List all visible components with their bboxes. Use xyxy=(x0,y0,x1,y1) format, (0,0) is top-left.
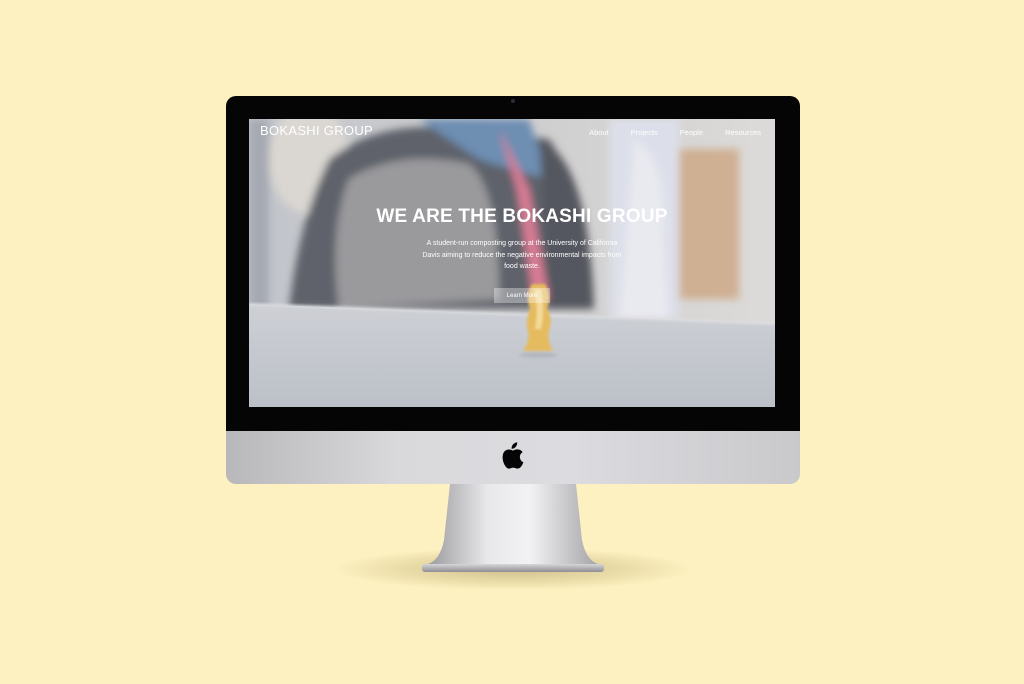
hero-subtitle: A student-run composting group at the Un… xyxy=(422,240,622,270)
imac-monitor: BOKASHI GROUP About Projects People Reso… xyxy=(226,96,800,484)
monitor-stand xyxy=(422,484,604,572)
screen-bezel: BOKASHI GROUP About Projects People Reso… xyxy=(226,96,800,432)
hero-title: WE ARE THE BOKASHI GROUP xyxy=(376,206,668,227)
nav-projects[interactable]: Projects xyxy=(631,128,658,137)
learn-more-button[interactable]: Learn More xyxy=(494,288,550,303)
nav-about[interactable]: About xyxy=(589,128,609,137)
site-logo[interactable]: BOKASHI GROUP xyxy=(260,123,373,138)
camera-icon xyxy=(511,99,515,103)
apple-logo-icon xyxy=(502,442,524,469)
nav-people[interactable]: People xyxy=(680,128,703,137)
nav-resources[interactable]: Resources xyxy=(725,128,761,137)
monitor-chin xyxy=(226,431,800,484)
site-nav: About Projects People Resources xyxy=(567,128,761,137)
website-screen: BOKASHI GROUP About Projects People Reso… xyxy=(249,119,775,407)
